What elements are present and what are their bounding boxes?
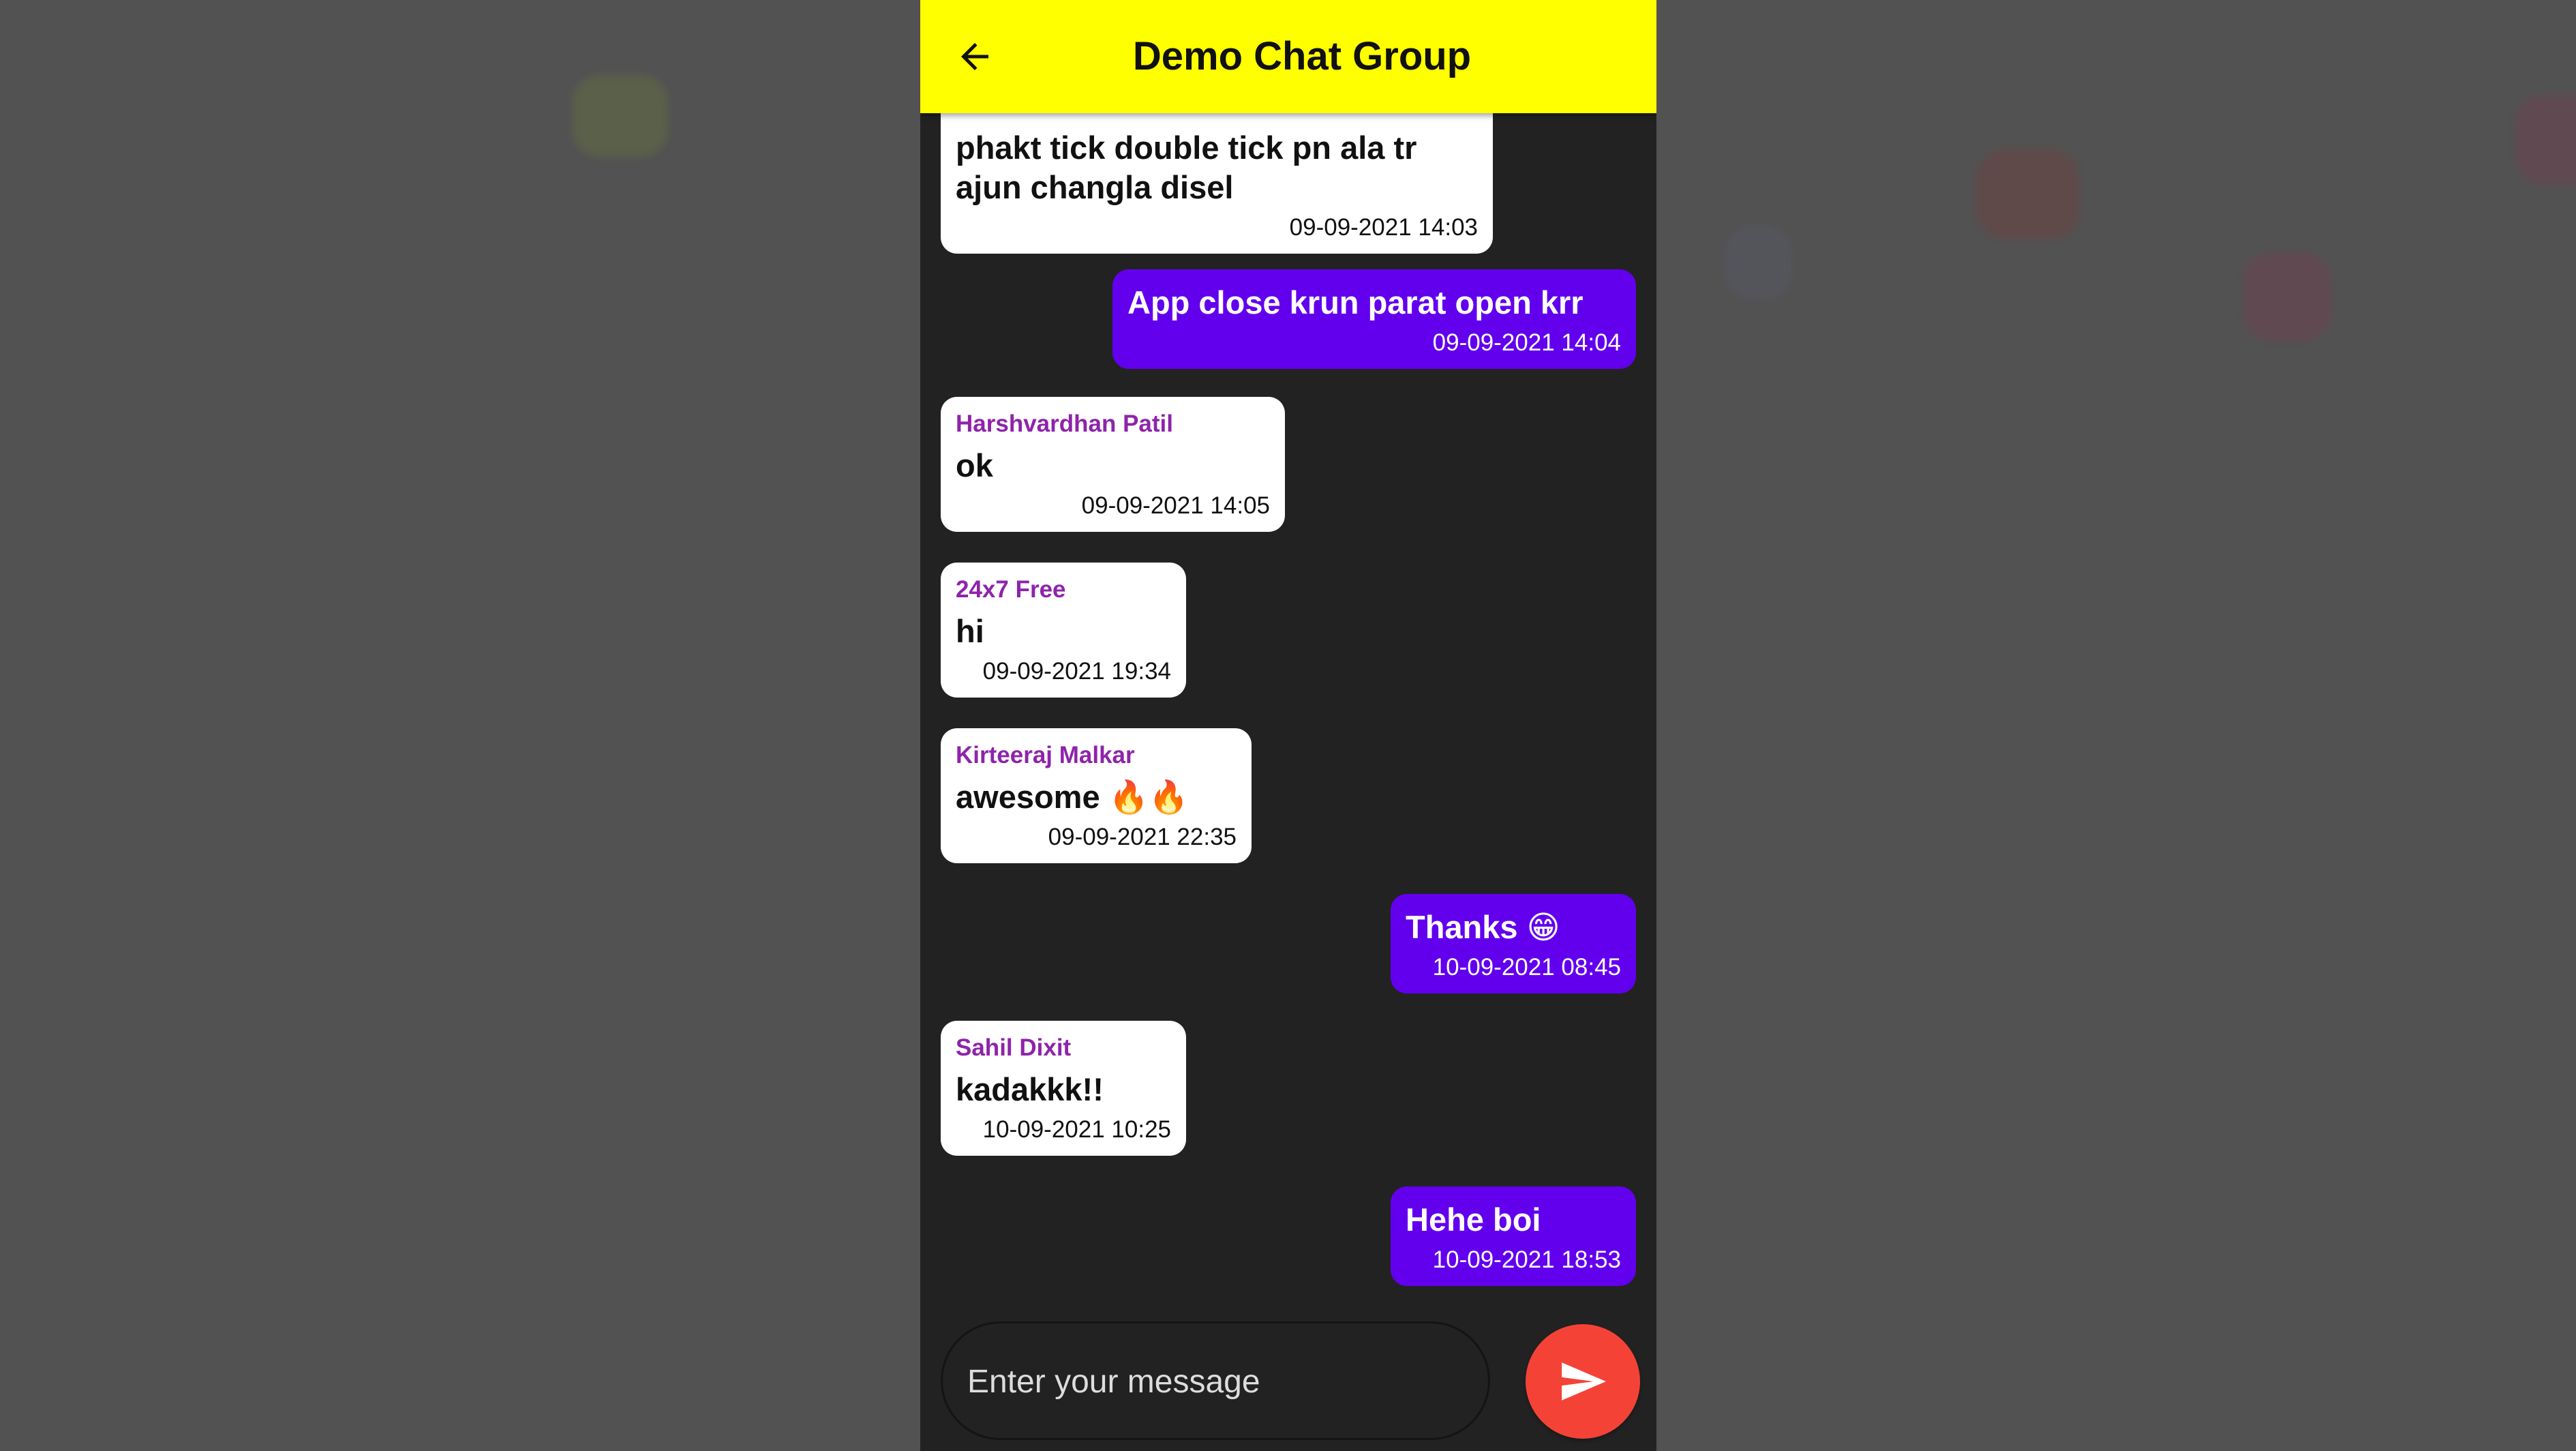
message-input[interactable] [966,1323,1473,1439]
message-text: hi [956,613,984,649]
message-bubble-incoming: 24x7 Free hi 09-09-2021 19:34 [941,563,1186,698]
page-title: Demo Chat Group [1132,34,1472,78]
chat-screen: phakt tick double tick pn ala tr ajun ch… [920,0,1656,1451]
message-text: kadakkk!! [956,1071,1104,1107]
message-time: 10-09-2021 18:53 [1432,1246,1621,1273]
message-text: awesome 🔥🔥 [956,779,1189,815]
message-bubble-incoming: Kirteeraj Malkar awesome 🔥🔥 09-09-2021 2… [941,728,1252,863]
background-blur [2243,252,2331,341]
message-time: 09-09-2021 14:05 [1081,492,1270,519]
message-time: 09-09-2021 19:34 [982,658,1171,685]
message-text: Hehe boi [1406,1201,1541,1238]
background-blur [1725,225,1793,300]
message-time: 09-09-2021 14:03 [1289,214,1478,241]
message-composer [941,1321,1490,1440]
message-bubble-outgoing: Hehe boi 10-09-2021 18:53 [1391,1186,1636,1286]
message-text: Thanks 😁 [1406,909,1560,945]
message-bubble-incoming: phakt tick double tick pn ala tr ajun ch… [941,95,1493,254]
send-button[interactable] [1526,1324,1640,1439]
sender-name: Sahil Dixit [956,1034,1072,1061]
message-bubble-incoming: Harshvardhan Patil ok 09-09-2021 14:05 [941,397,1285,532]
message-text: App close krun parat open krr [1127,284,1584,320]
message-bubble-outgoing: App close krun parat open krr 09-09-2021… [1112,269,1636,369]
sender-name: Harshvardhan Patil [956,410,1173,437]
sender-name: Kirteeraj Malkar [956,742,1135,768]
message-list[interactable]: phakt tick double tick pn ala tr ajun ch… [920,0,1656,1316]
message-text: ok [956,447,993,483]
message-bubble-outgoing: Thanks 😁 10-09-2021 08:45 [1391,894,1636,993]
background-blur [1977,150,2079,239]
app-bar: Demo Chat Group [920,0,1656,113]
message-time: 09-09-2021 22:35 [1048,824,1237,850]
message-text: phakt tick double tick pn ala tr ajun ch… [956,130,1417,205]
message-time: 10-09-2021 08:45 [1432,954,1621,981]
background-blur [2515,95,2576,184]
message-time: 09-09-2021 14:04 [1432,329,1621,356]
sender-name: 24x7 Free [956,576,1066,603]
message-bubble-incoming: Sahil Dixit kadakkk!! 10-09-2021 10:25 [941,1021,1186,1156]
send-icon [1562,1362,1606,1401]
message-time: 10-09-2021 10:25 [982,1116,1171,1143]
background-blur [573,75,668,157]
